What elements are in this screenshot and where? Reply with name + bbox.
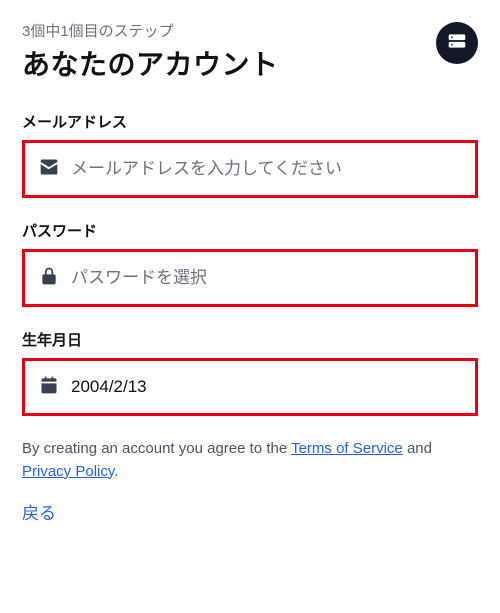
lock-icon: [39, 266, 59, 291]
calendar-icon: [39, 375, 59, 400]
disclosure-text: By creating an account you agree to the …: [22, 438, 478, 483]
privacy-link[interactable]: Privacy Policy: [22, 463, 114, 480]
page-title: あなたのアカウント: [22, 43, 478, 83]
step-indicator: 3個中1個目のステップ: [22, 20, 478, 41]
email-label: メールアドレス: [22, 111, 478, 132]
terms-link[interactable]: Terms of Service: [291, 440, 403, 457]
password-label: パスワード: [22, 220, 478, 241]
email-input[interactable]: [71, 159, 461, 179]
password-input[interactable]: [71, 268, 461, 288]
envelope-icon: [39, 157, 59, 182]
dob-field-box[interactable]: 2004/2/13: [22, 358, 478, 416]
email-field-box[interactable]: [22, 140, 478, 198]
server-settings-button[interactable]: [436, 22, 478, 64]
dob-label: 生年月日: [22, 329, 478, 350]
dob-value: 2004/2/13: [71, 377, 147, 397]
password-field-box[interactable]: [22, 249, 478, 307]
server-icon: [447, 31, 467, 56]
back-link[interactable]: 戻る: [22, 504, 56, 523]
